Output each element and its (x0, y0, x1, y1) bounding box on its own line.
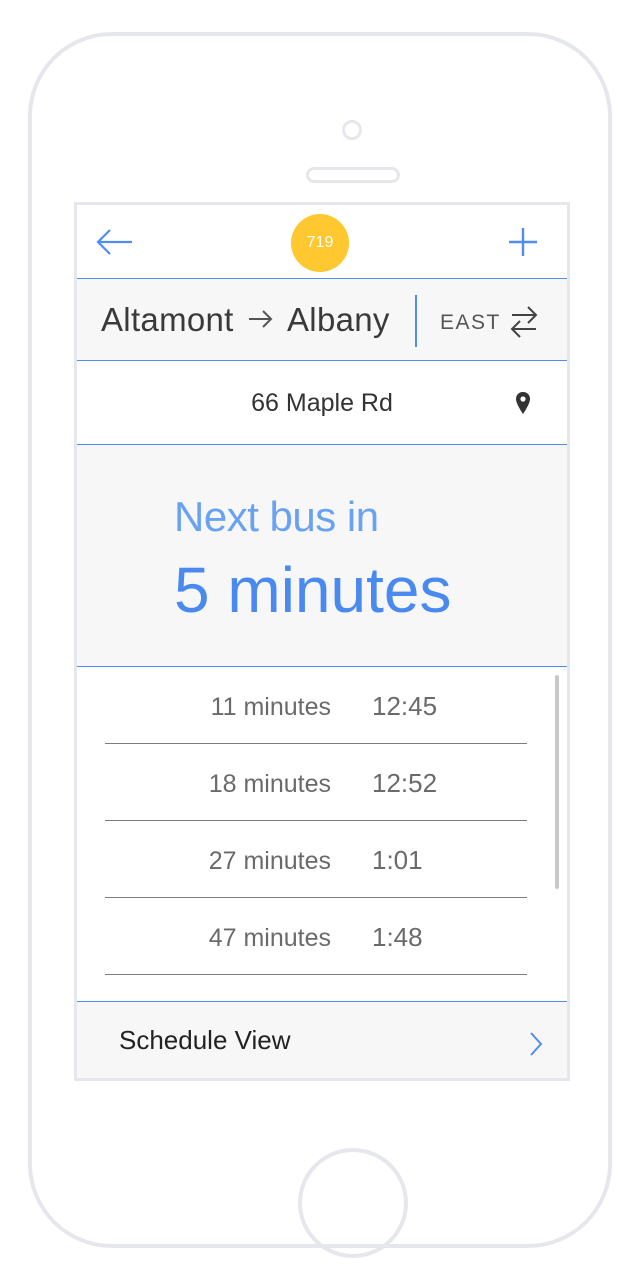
plus-icon[interactable] (507, 226, 539, 258)
direction-label: EAST (440, 311, 501, 334)
arrival-row[interactable]: 11 minutes 12:45 (105, 667, 527, 744)
nav-bar: 719 (77, 205, 567, 279)
arrival-time: 1:01 (372, 845, 423, 875)
route-header: Altamont Albany EAST (77, 279, 567, 361)
front-camera (342, 120, 362, 140)
next-bus-label: Next bus in (174, 493, 379, 540)
upcoming-arrivals-list[interactable]: 11 minutes 12:45 18 minutes 12:52 27 min… (77, 667, 567, 1001)
arrow-right-icon (249, 310, 273, 328)
home-button[interactable] (298, 1148, 408, 1258)
schedule-view-label: Schedule View (119, 1025, 291, 1055)
arrival-time: 1:48 (372, 922, 423, 952)
next-bus-countdown: 5 minutes (174, 554, 452, 626)
stop-name: 66 Maple Rd (251, 389, 393, 417)
next-bus-panel: Next bus in 5 minutes (77, 445, 567, 667)
schedule-view-link[interactable]: Schedule View (77, 1001, 567, 1078)
chevron-right-icon[interactable] (527, 1030, 545, 1058)
arrival-wait: 47 minutes (208, 924, 331, 952)
map-pin-icon[interactable] (515, 391, 531, 415)
arrival-wait: 11 minutes (210, 693, 331, 721)
stop-selector[interactable]: 66 Maple Rd (77, 361, 567, 445)
arrival-time: 12:52 (372, 768, 438, 798)
arrow-left-icon[interactable] (95, 227, 135, 257)
arrival-wait: 18 minutes (208, 770, 331, 798)
speaker-grille (306, 167, 400, 183)
route-number-badge[interactable]: 719 (291, 214, 349, 272)
route-destination: Albany (287, 301, 390, 338)
arrival-row[interactable]: 47 minutes 1:48 (105, 898, 527, 975)
arrival-time: 12:45 (372, 691, 438, 721)
app-screen: 719 Altamont Albany EAST 66 Maple Rd Nex… (74, 202, 570, 1081)
route-divider (415, 295, 417, 347)
route-origin: Altamont (101, 301, 234, 338)
arrival-row[interactable]: 27 minutes 1:01 (105, 821, 527, 898)
list-scrollbar[interactable] (555, 675, 559, 889)
arrival-wait: 27 minutes (208, 847, 331, 875)
arrival-row[interactable]: 18 minutes 12:52 (105, 744, 527, 821)
swap-arrows-icon[interactable] (509, 304, 539, 340)
